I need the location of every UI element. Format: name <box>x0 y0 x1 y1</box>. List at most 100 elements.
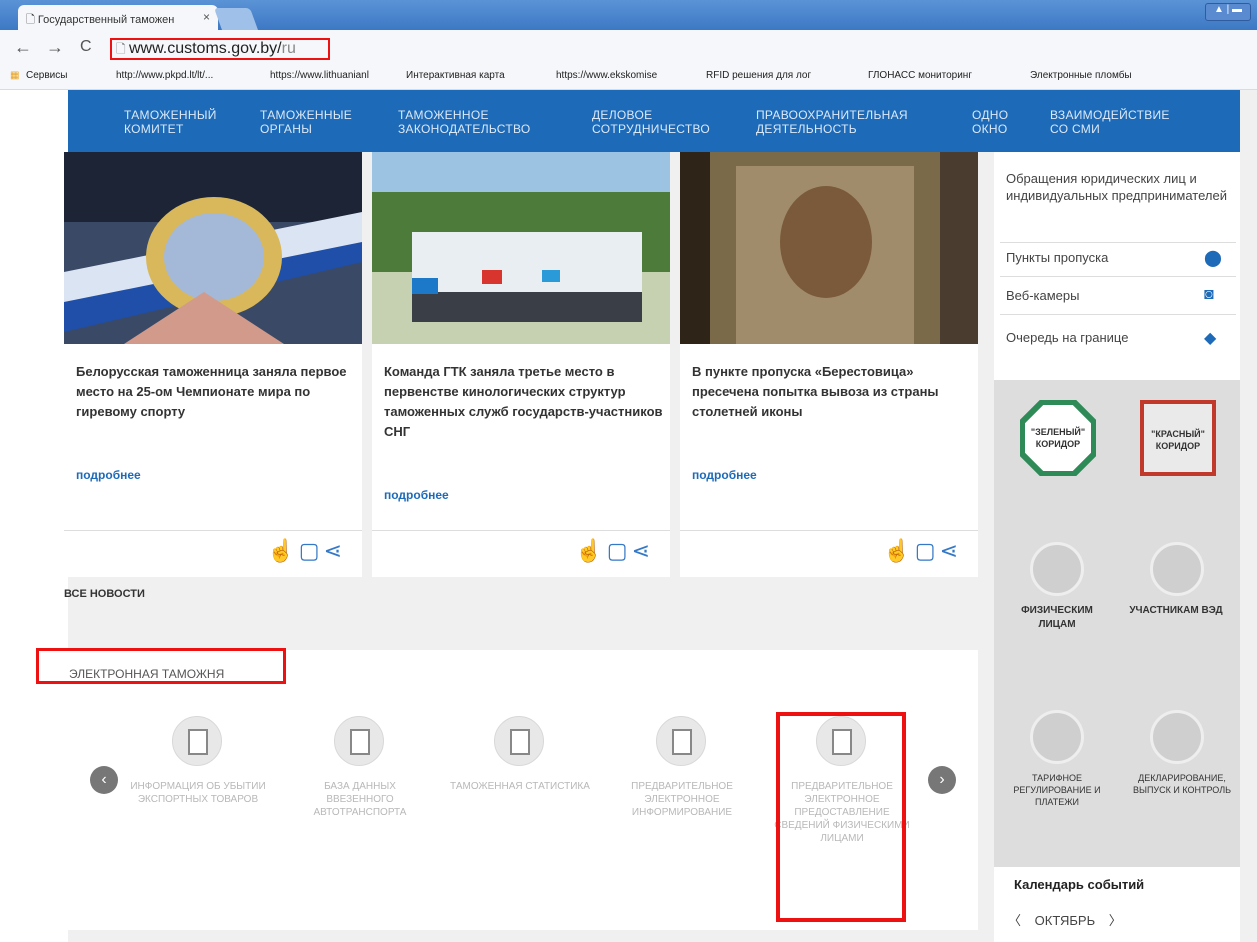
appeals-link[interactable]: Обращения юридических лиц и индивидуальн… <box>1006 170 1232 204</box>
nav-item-bodies[interactable]: Таможенные органы <box>260 108 352 136</box>
nav-item-committee[interactable]: Таможенный комитет <box>124 108 217 136</box>
browser-tab[interactable]: 🗋 Государственный таможен × <box>18 5 218 30</box>
nav-line: законодательство <box>398 122 531 136</box>
like-icon[interactable]: ☝ <box>575 538 606 563</box>
doc-shape <box>510 729 530 755</box>
nav-line: Таможенные <box>260 108 353 122</box>
comment-icon[interactable]: ▢ <box>915 538 940 563</box>
read-more-link[interactable]: подробнее <box>384 488 449 502</box>
bookmark-item[interactable]: http://www.pkpd.lt/lt/... <box>116 70 213 81</box>
info-doc-icon[interactable] <box>334 716 384 766</box>
main-navigation: Таможенный комитет Таможенные органы Тамож… <box>68 90 1240 152</box>
reload-icon[interactable]: C <box>80 38 92 56</box>
chevron-left-icon[interactable]: 〈 <box>1008 913 1021 928</box>
page-icon: 🗋 <box>116 42 129 56</box>
map-pin-icon[interactable]: ⬤ <box>1204 248 1222 268</box>
e-service-label[interactable]: Таможенная статистика <box>450 780 590 793</box>
nav-line: Правоохранительная <box>756 108 908 122</box>
nav-line: Таможенное <box>398 108 489 122</box>
news-actions: ☝▢⋖ <box>267 538 346 564</box>
declaration-link[interactable]: Декларирование, выпуск и контроль <box>1126 772 1238 796</box>
comment-icon[interactable]: ▢ <box>607 538 632 563</box>
red-corridor-label: "КРАСНЫЙ" КОРИДОР <box>1151 429 1205 451</box>
nav-line: Взаимодействие <box>1050 108 1170 122</box>
divider <box>1000 314 1236 315</box>
bookmarks-bar: ▦ Сервисы http://www.pkpd.lt/lt/... http… <box>0 64 1257 90</box>
person-icon[interactable] <box>1030 542 1084 596</box>
like-icon[interactable]: ☝ <box>883 538 914 563</box>
window-controls[interactable]: ▲ | ▬ <box>1205 3 1251 21</box>
car-icon[interactable]: ◆ <box>1204 328 1216 348</box>
url-path: ru <box>281 40 296 57</box>
comment-icon[interactable]: ▢ <box>299 538 324 563</box>
news-photo-team[interactable] <box>372 152 670 344</box>
sidebar-link[interactable]: Веб-камеры <box>1006 288 1079 303</box>
news-card[interactable]: Белорусская таможенница заняла первое ме… <box>64 152 362 577</box>
share-icon[interactable]: ⋖ <box>324 538 346 563</box>
new-tab-button[interactable] <box>213 8 259 30</box>
e-service-label[interactable]: База данных ввезенного автотранспорта <box>290 780 430 819</box>
back-arrow-icon[interactable]: ← <box>14 37 32 58</box>
page-margin <box>0 90 68 942</box>
bookmark-services[interactable]: Сервисы <box>26 70 67 81</box>
sidebar-link[interactable]: Пункты пропуска <box>1006 250 1108 265</box>
apps-grid-icon[interactable]: ▦ <box>10 70 19 81</box>
divider <box>372 530 670 531</box>
camera-icon[interactable]: ◙ <box>1204 286 1214 304</box>
bookmark-item[interactable]: Интерактивная карта <box>406 70 505 81</box>
pen-document-icon[interactable] <box>1150 542 1204 596</box>
carousel-prev-button[interactable]: ‹ <box>90 766 118 794</box>
statistics-doc-icon[interactable] <box>494 716 544 766</box>
tariff-link[interactable]: Тарифное регулирование и платежи <box>1002 772 1112 808</box>
nav-item-law-enforcement[interactable]: Правоохранительная деятельность <box>756 108 908 136</box>
all-news-link[interactable]: ВСЕ НОВОСТИ <box>64 588 145 600</box>
news-headline[interactable]: В пункте пропуска «Берестовица» пресечен… <box>692 362 972 422</box>
calendar-title: Календарь событий <box>1014 877 1145 892</box>
nav-line: Деловое <box>592 108 653 122</box>
news-photo-icon[interactable] <box>680 152 978 344</box>
nav-line: сотрудничество <box>592 122 711 136</box>
news-photo-medal[interactable] <box>64 152 362 344</box>
doc-shape <box>672 729 692 755</box>
bookmark-item[interactable]: https://www.lithuanianl <box>270 70 369 81</box>
bookmark-item[interactable]: ГЛОНАСС мониторинг <box>868 70 972 81</box>
cash-register-icon[interactable] <box>1030 710 1084 764</box>
info-doc-icon[interactable] <box>172 716 222 766</box>
news-actions: ☝▢⋖ <box>575 538 654 564</box>
nav-item-cooperation[interactable]: Деловое сотрудничество <box>592 108 710 136</box>
share-icon[interactable]: ⋖ <box>632 538 654 563</box>
nav-item-single-window[interactable]: Одно окно <box>972 108 1008 136</box>
bookmark-item[interactable]: RFID решения для лог <box>706 70 811 81</box>
address-bar[interactable]: 🗋 www.customs.gov.by/ru <box>110 38 330 60</box>
e-service-label[interactable]: Информация об убытии экспортных товаров <box>128 780 268 806</box>
news-headline[interactable]: Белорусская таможенница заняла первое ме… <box>76 362 356 422</box>
news-card[interactable]: Команда ГТК заняла третье место в первен… <box>372 152 670 577</box>
individuals-link[interactable]: Физическим лицам <box>1002 604 1112 632</box>
news-headline[interactable]: Команда ГТК заняла третье место в первен… <box>384 362 664 442</box>
nav-item-legislation[interactable]: Таможенное законодательство <box>398 108 531 136</box>
nav-item-media[interactable]: Взаимодействие со СМИ <box>1050 108 1170 136</box>
red-corridor-button[interactable]: "КРАСНЫЙ" КОРИДОР <box>1140 400 1216 476</box>
form-doc-icon[interactable] <box>656 716 706 766</box>
share-icon[interactable]: ⋖ <box>940 538 962 563</box>
participants-link[interactable]: Участникам ВЭД <box>1126 604 1226 618</box>
read-more-link[interactable]: подробнее <box>692 468 757 482</box>
chevron-right-icon[interactable]: 〉 <box>1109 913 1122 928</box>
bookmark-item[interactable]: Электронные пломбы <box>1030 70 1132 81</box>
bookmark-item[interactable]: https://www.ekskomise <box>556 70 657 81</box>
e-service-label[interactable]: Предварительное электронное информирован… <box>612 780 752 819</box>
nav-line: окно <box>972 122 1008 136</box>
forward-arrow-icon[interactable]: → <box>46 37 64 58</box>
carousel-next-button[interactable]: › <box>928 766 956 794</box>
tab-close-icon[interactable]: × <box>203 10 210 24</box>
search-document-icon[interactable] <box>1150 710 1204 764</box>
like-icon[interactable]: ☝ <box>267 538 298 563</box>
read-more-link[interactable]: подробнее <box>76 468 141 482</box>
news-card[interactable]: В пункте пропуска «Берестовица» пресечен… <box>680 152 978 577</box>
url-host: www.customs.gov.by/ <box>128 40 282 57</box>
sidebar-link[interactable]: Очередь на границе <box>1006 330 1128 345</box>
green-corridor-button[interactable]: "ЗЕЛЕНЫЙ" КОРИДОР <box>1020 400 1096 476</box>
doc-shape <box>188 729 208 755</box>
divider <box>1000 242 1236 243</box>
e-customs-title: ЭЛЕКТРОННАЯ ТАМОЖНЯ <box>36 648 286 684</box>
